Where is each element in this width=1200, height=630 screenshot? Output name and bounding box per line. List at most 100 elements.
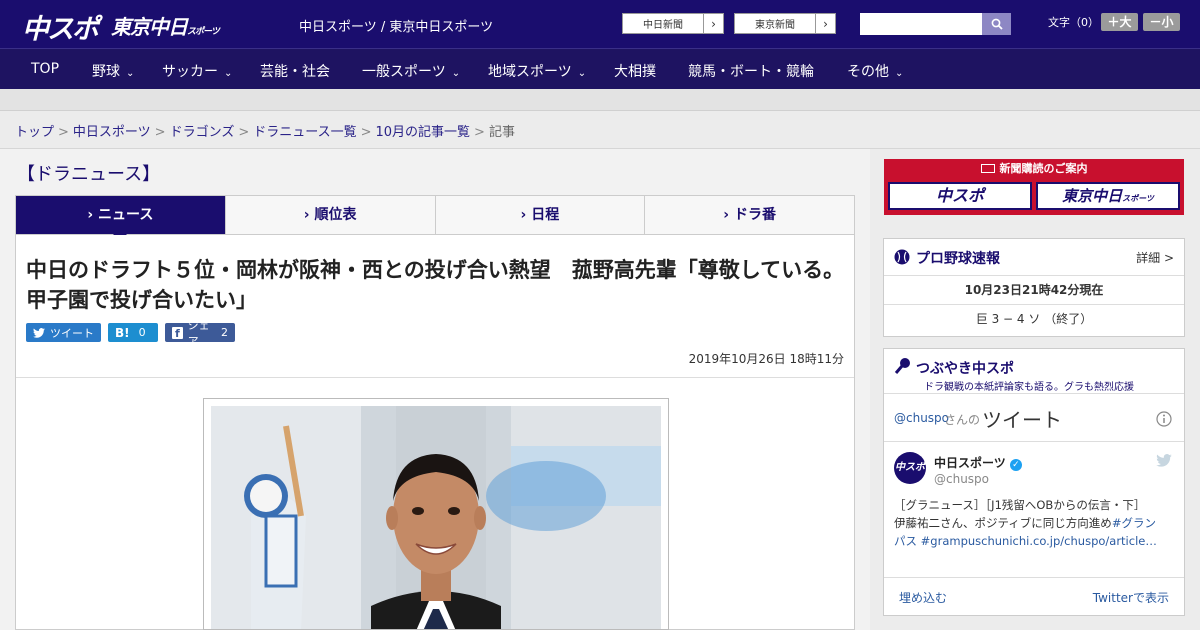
tab-label: 順位表 [314, 207, 357, 223]
share-label: シェア [187, 318, 210, 348]
chevron-down-icon: ⌄ [224, 68, 233, 79]
subscribe-tokyo-chunichi-button[interactable]: 東京中日スポーツ [1036, 182, 1180, 210]
article-date: 2019年10月26日 18時11分 [688, 352, 844, 366]
tab-dora-ban[interactable]: › ドラ番 [644, 196, 854, 234]
tweet-text: ［グラニュース］［J1残留へOBからの伝言・下］ 伊藤祐二さん、ポジティブに同じ… [894, 496, 1176, 550]
breadcrumb-separator: > [474, 125, 485, 140]
timeline-handle[interactable]: @chuspo [894, 411, 949, 425]
account-handle[interactable]: @chuspo [934, 472, 989, 486]
tweet-link[interactable]: パス #grampuschunichi.co.jp/chuspo/article… [894, 532, 1176, 550]
tab-standings[interactable]: › 順位表 [224, 196, 435, 234]
verified-icon: ✓ [1009, 459, 1022, 471]
share-count: 2 [221, 326, 228, 339]
nav-item-other[interactable]: その他 ⌄ [847, 61, 903, 81]
breadcrumb-dora-news[interactable]: ドラニュース一覧 [253, 125, 356, 140]
chevron-right-icon: › [703, 14, 723, 33]
hatena-icon: B! [115, 325, 130, 340]
avatar[interactable]: 中スポ [894, 452, 926, 484]
news-tabs: › ニュース › 順位表 › 日程 › ドラ番 [15, 195, 855, 241]
tweet-line: ［グラニュース］［J1残留へOBからの伝言・下］ [894, 498, 1146, 512]
search-input[interactable] [860, 13, 982, 35]
chevron-right-icon: › [815, 14, 835, 33]
nav-item-racing[interactable]: 競馬・ボート・競輪 [688, 61, 814, 81]
twitter-box-footer: 埋め込む Twitterで表示 [884, 577, 1184, 615]
tokyo-logo-text: 東京中日 [111, 15, 188, 39]
tab-news[interactable]: › ニュース [16, 196, 225, 241]
pro-baseball-box: プロ野球速報 詳細 > 10月23日21時42分現在 巨 3 − 4 ソ （終了… [883, 238, 1185, 337]
nav-item-top[interactable]: TOP [31, 61, 59, 77]
timeline-title: ツイート [982, 408, 1062, 432]
chuspo-logo[interactable]: 中スポ [22, 7, 99, 46]
article-photo[interactable] [203, 398, 669, 630]
view-on-twitter-link[interactable]: Twitterで表示 [1093, 589, 1169, 606]
breadcrumb-dragons[interactable]: ドラゴンズ [170, 125, 235, 140]
nav-label: 競馬・ボート・競輪 [688, 64, 814, 80]
banner-title: 新聞購読のご案内 [999, 162, 1088, 175]
hatena-bookmark-button[interactable]: B! 0 [108, 323, 158, 342]
font-smaller-button[interactable]: －小 [1143, 13, 1180, 31]
account-name[interactable]: 中日スポーツ ✓ [934, 454, 1022, 471]
nav-item-soccer[interactable]: サッカー ⌄ [162, 61, 232, 81]
breadcrumb-top[interactable]: トップ [15, 125, 54, 140]
chevron-right-icon: › [303, 207, 310, 223]
twitter-box-header: つぶやき中スポ ドラ観戦の本紙評論家も語る。グラも熱烈応援 [884, 349, 1184, 394]
ad-strip [0, 89, 1200, 111]
tokyo-shimbun-button[interactable]: 東京新聞 › [734, 13, 836, 34]
nav-item-local-sports[interactable]: 地域スポーツ ⌄ [488, 61, 586, 81]
tab-label: 日程 [531, 207, 560, 223]
chevron-right-icon: › [520, 207, 527, 223]
tweet-line: 伊藤祐二さん、ポジティブに同じ方向進め#グラン [894, 514, 1176, 532]
subscription-banner[interactable]: 新聞購読のご案内 中スポ 東京中日スポーツ [884, 159, 1184, 215]
nav-item-baseball[interactable]: 野球 ⌄ [92, 61, 134, 81]
article: 中日のドラフト５位・岡林が阪神・西との投げ合い熱望 菰野高先輩「尊敬している。甲… [15, 235, 855, 630]
tweet-line-text: 伊藤祐二さん、ポジティブに同じ方向進め [894, 516, 1112, 530]
nav-label: 一般スポーツ [362, 64, 446, 80]
baseball-detail-link[interactable]: 詳細 > [1136, 249, 1174, 266]
site-links[interactable]: 中日スポーツ / 東京中日スポーツ [299, 16, 493, 35]
tab-label: ニュース [98, 207, 154, 223]
breadcrumb-october[interactable]: 10月の記事一覧 [376, 125, 471, 140]
search-button[interactable] [982, 13, 1011, 35]
chunichi-shimbun-button[interactable]: 中日新聞 › [622, 13, 724, 34]
newspaper-icon [980, 164, 995, 173]
baseball-icon [894, 249, 910, 265]
info-icon[interactable] [1156, 411, 1172, 427]
chunichi-shimbun-label: 中日新聞 [643, 20, 683, 31]
hashtag-link[interactable]: #グラン [1112, 516, 1156, 530]
embed-link[interactable]: 埋め込む [899, 589, 947, 606]
nav-item-sumo[interactable]: 大相撲 [614, 61, 656, 81]
chevron-right-icon: › [723, 207, 730, 223]
twitter-box-title: つぶやき中スポ [916, 361, 1014, 377]
facebook-share-button[interactable]: f シェア 2 [165, 319, 235, 348]
hatena-count: 0 [138, 326, 146, 339]
nav-item-entertainment[interactable]: 芸能・社会 [260, 61, 330, 81]
banner-tokyo-label: 東京中日 [1062, 187, 1123, 205]
twitter-bird-icon[interactable] [1156, 454, 1172, 467]
tweet-button[interactable]: ツイート [26, 323, 101, 342]
baseball-score[interactable]: 巨 3 − 4 ソ （終了） [884, 305, 1184, 334]
nav-item-general-sports[interactable]: 一般スポーツ ⌄ [362, 61, 460, 81]
breadcrumb: トップ > 中日スポーツ > ドラゴンズ > ドラニュース一覧 >10月の記事一覧 > 記事 [0, 111, 1200, 149]
font-larger-button[interactable]: ＋大 [1101, 13, 1138, 31]
timeline-of: さんの [944, 413, 981, 427]
subscribe-chuspo-button[interactable]: 中スポ [888, 182, 1032, 210]
nav-label: 地域スポーツ [488, 64, 572, 80]
nav-label: TOP [31, 61, 60, 77]
top-header: 中スポ 東京中日スポーツ 中日スポーツ / 東京中日スポーツ 中日新聞 › 東京… [0, 0, 1200, 48]
search-icon [991, 18, 1003, 30]
chevron-down-icon: ⌄ [451, 68, 461, 79]
tweet-item[interactable]: 中スポ 中日スポーツ ✓ @chuspo ［グラニュース］［J1残留へOBからの… [884, 442, 1184, 577]
twitter-box-subtitle: ドラ観戦の本紙評論家も語る。グラも熱烈応援 [924, 382, 1134, 393]
tokyo-chunichi-logo[interactable]: 東京中日スポーツ [111, 11, 220, 40]
article-headline: 中日のドラフト５位・岡林が阪神・西との投げ合い熱望 菰野高先輩「尊敬している。甲… [26, 258, 845, 312]
nav-label: 芸能・社会 [260, 64, 330, 80]
player-photo [211, 406, 661, 629]
breadcrumb-chunichi-sports[interactable]: 中日スポーツ [73, 125, 151, 140]
chevron-down-icon: ⌄ [895, 68, 904, 79]
divider [16, 377, 854, 378]
main-nav: TOP 野球 ⌄ サッカー ⌄ 芸能・社会 一般スポーツ ⌄ 地域スポーツ ⌄ 大相撲 … [0, 48, 1200, 89]
chevron-down-icon: ⌄ [577, 68, 587, 79]
pro-baseball-header: プロ野球速報 詳細 > [884, 239, 1184, 276]
tab-schedule[interactable]: › 日程 [434, 196, 645, 234]
pro-baseball-title: プロ野球速報 [916, 251, 1000, 267]
